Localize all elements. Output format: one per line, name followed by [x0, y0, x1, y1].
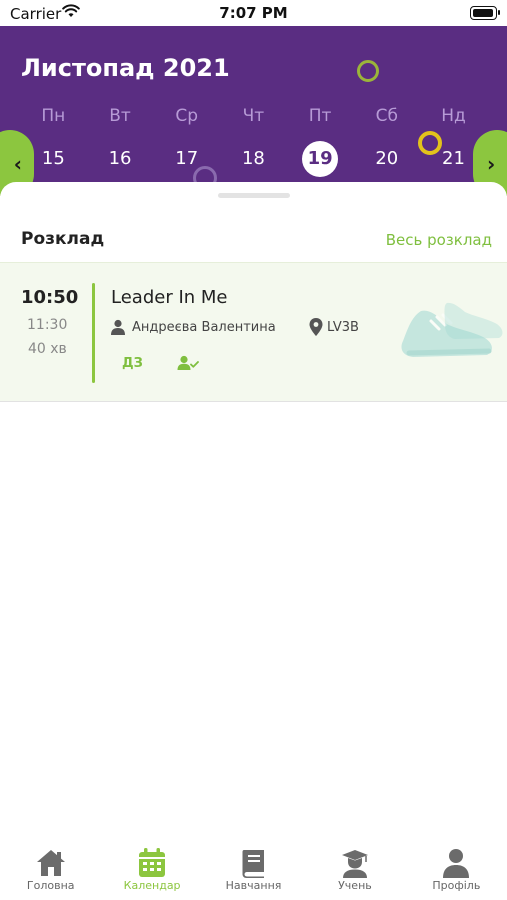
tab-profile[interactable]: Профіль	[406, 836, 507, 900]
status-bar: Carrier 7:07 PM	[0, 0, 507, 26]
day-number: 15	[41, 148, 65, 169]
battery-icon	[470, 6, 500, 20]
day-cell[interactable]: 20	[353, 141, 420, 177]
sheet-grabber[interactable]	[218, 193, 290, 198]
weekday-row: Пн Вт Ср Чт Пт Сб Нд	[20, 106, 487, 126]
day-number: 17	[175, 148, 199, 169]
lesson-subject: Leader In Me	[111, 287, 228, 308]
tab-learning[interactable]: Навчання	[203, 836, 304, 900]
lesson-duration: 40 хв	[28, 341, 67, 357]
weekday-label: Пн	[41, 106, 66, 126]
tab-label-home: Головна	[26, 879, 75, 892]
tab-label-profile: Профіль	[432, 879, 481, 892]
weekday-label: Чт	[242, 106, 265, 126]
tab-home[interactable]: Головна	[0, 836, 101, 900]
chevron-right-icon: ›	[487, 152, 496, 176]
student-icon	[341, 850, 368, 878]
tab-student[interactable]: Учень	[304, 836, 405, 900]
day-number: 21	[442, 148, 465, 169]
day-cell[interactable]: 16	[87, 141, 154, 177]
day-number: 19	[302, 141, 339, 177]
calendar-header: Листопад 2021 Пн Вт Ср Чт Пт Сб Нд 15 16 17 18 19 2…	[0, 26, 507, 196]
month-title: Листопад 2021	[21, 54, 230, 82]
weekday-label: Ср	[175, 106, 199, 126]
schedule-sheet: Розклад Весь розклад 10:50 11:30 40 хв L…	[0, 182, 507, 836]
day-cell[interactable]: 17	[153, 141, 220, 177]
day-cell[interactable]: 18	[220, 141, 287, 177]
chevron-left-icon: ‹	[13, 152, 22, 176]
day-number: 18	[241, 148, 265, 169]
see-all-schedule-link[interactable]: Весь розклад	[386, 231, 492, 249]
book-icon	[242, 850, 264, 878]
schedule-title: Розклад	[21, 229, 105, 249]
weekday-label: Нд	[441, 106, 466, 126]
weekday-label: Пт	[308, 106, 332, 126]
day-number: 16	[108, 148, 132, 169]
lesson-teacher: Андреєва Валентина	[132, 320, 276, 335]
sneaker-icon	[401, 302, 503, 357]
weekday-label: Сб	[375, 106, 398, 126]
homework-button[interactable]: ДЗ	[122, 356, 143, 371]
decor-ring	[357, 60, 379, 82]
tab-label-student: Учень	[338, 879, 372, 892]
tab-label-calendar: Календар	[123, 879, 181, 892]
teacher-icon	[111, 319, 125, 335]
home-icon	[36, 850, 65, 876]
battery-level	[473, 9, 493, 17]
tab-calendar[interactable]: Календар	[101, 836, 202, 900]
user-check-icon[interactable]	[177, 355, 199, 371]
lesson-end-time: 11:30	[27, 317, 68, 333]
status-time: 7:07 PM	[219, 4, 288, 22]
bottom-tab-bar: Головна Календар Навчання Учень Профіль	[0, 836, 507, 900]
weekday-label: Вт	[109, 106, 131, 126]
profile-icon	[443, 849, 470, 878]
calendar-icon	[139, 848, 166, 877]
tab-label-learning: Навчання	[225, 879, 282, 892]
day-row: 15 16 17 18 19 20 21	[20, 141, 487, 177]
location-pin-icon	[309, 318, 323, 336]
day-selected[interactable]: 19	[287, 141, 354, 177]
lesson-start-time: 10:50	[21, 287, 79, 308]
day-number: 20	[375, 148, 399, 169]
lesson-card[interactable]: 10:50 11:30 40 хв Leader In Me Андреєва …	[0, 262, 507, 402]
lesson-room: LV3B	[327, 320, 359, 335]
lesson-divider	[92, 283, 95, 383]
